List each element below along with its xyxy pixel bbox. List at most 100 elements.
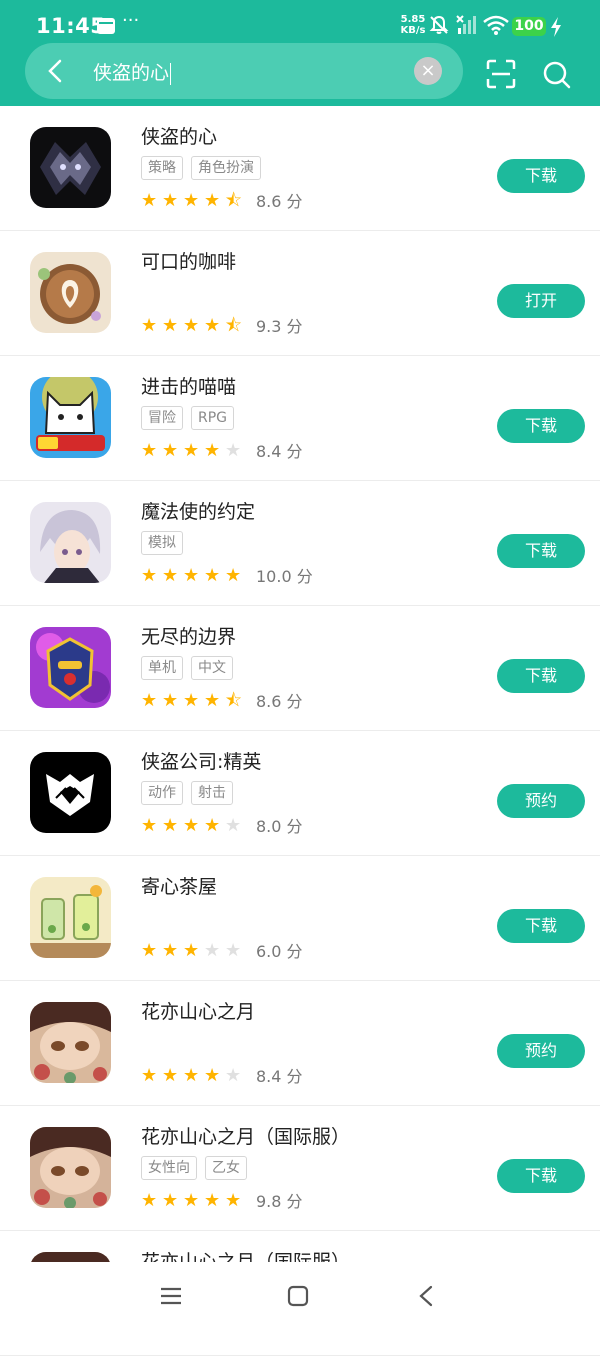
open-button[interactable]: 打开 [497,284,585,318]
rating-score: 8.0 分 [256,817,303,836]
star-icon: ★ [204,190,221,211]
list-item[interactable]: 侠盗的心 策略 角色扮演 ★ ★ ★ ★ ⯪ 8.6 分 下载 [0,106,600,231]
app-tags: 单机 中文 [141,656,241,680]
battery-indicator: 100 [512,17,546,36]
sim-card-icon [97,18,115,34]
app-name: 可口的咖啡 [141,251,237,273]
network-speed-unit: KB/s [400,25,426,36]
app-name: 魔法使的约定 [141,501,256,523]
star-icon: ★ [225,1190,242,1211]
search-bar[interactable]: 侠盗的心 [25,43,463,99]
mute-bell-icon [429,15,449,34]
star-icon: ★ [162,690,179,711]
wifi-icon [483,15,509,35]
app-icon [30,752,111,833]
menu-icon[interactable] [160,1286,182,1306]
app-header: 11:45 ··· 5.85 KB/s 100 侠盗的心 × [0,0,600,106]
star-icon: ★ [141,940,158,961]
star-icon: ★ [204,815,221,836]
app-tag: 冒险 [141,406,183,430]
rating-score: 8.4 分 [256,442,303,461]
download-button[interactable]: 下载 [497,1159,585,1193]
star-icon: ★ [162,190,179,211]
star-icon: ★ [183,940,200,961]
star-icon: ★ [183,315,200,336]
empty-star-icon: ★ [204,940,221,961]
half-star-icon: ⯪ [225,315,243,336]
app-tag: 角色扮演 [191,156,261,180]
list-item[interactable]: 魔法使的约定 模拟 ★ ★ ★ ★ ★ 10.0 分 下载 [0,481,600,606]
rating-score: 10.0 分 [256,567,313,586]
more-notifications-indicator: ··· [122,10,140,31]
rating: ★ ★ ★ ★ ★ 8.4 分 [141,1065,303,1087]
star-icon: ★ [162,1190,179,1211]
list-item[interactable]: 可口的咖啡 ★ ★ ★ ★ ⯪ 9.3 分 打开 [0,231,600,356]
rating: ★ ★ ★ ★ ★ 6.0 分 [141,940,303,962]
star-icon: ★ [141,190,158,211]
star-icon: ★ [183,1190,200,1211]
rating: ★ ★ ★ ★ ⯪ 8.6 分 [141,690,303,712]
rating: ★ ★ ★ ★ ★ 9.8 分 [141,1190,303,1212]
app-tag: RPG [191,406,235,430]
star-icon: ★ [183,1065,200,1086]
star-icon: ★ [204,440,221,461]
star-icon: ★ [141,1065,158,1086]
network-speed: 5.85 KB/s [398,14,428,36]
network-speed-value: 5.85 [400,14,426,25]
app-name: 无尽的边界 [141,626,237,648]
empty-star-icon: ★ [225,815,242,836]
rating: ★ ★ ★ ★ ★ 10.0 分 [141,565,313,587]
back-icon[interactable] [418,1285,434,1307]
search-query: 侠盗的心 [93,62,170,84]
reserve-button[interactable]: 预约 [497,1034,585,1068]
download-button[interactable]: 下载 [497,159,585,193]
app-icon [30,1002,111,1083]
list-item[interactable]: 花亦山心之月 ★ ★ ★ ★ ★ 8.4 分 预约 [0,981,600,1106]
app-tag: 射击 [191,781,233,805]
app-name: 花亦山心之月（国际服） [141,1126,351,1148]
app-tags: 策略 角色扮演 [141,156,269,180]
download-button[interactable]: 下载 [497,534,585,568]
star-icon: ★ [162,440,179,461]
star-icon: ★ [162,565,179,586]
clear-search-button[interactable] [414,57,442,85]
list-item[interactable]: 无尽的边界 单机 中文 ★ ★ ★ ★ ⯪ 8.6 分 下载 [0,606,600,731]
star-icon: ★ [162,940,179,961]
signal-icon [456,15,476,34]
app-tag: 中文 [191,656,233,680]
app-tag: 女性向 [141,1156,197,1180]
search-results-list: 侠盗的心 策略 角色扮演 ★ ★ ★ ★ ⯪ 8.6 分 下载 可口的咖啡 ★ ★ ★ ★ ⯪ 9.3… [0,106,600,1356]
star-icon: ★ [141,1190,158,1211]
back-arrow-icon[interactable] [45,59,65,83]
rating-score: 9.8 分 [256,1192,303,1211]
app-tag: 模拟 [141,531,183,555]
download-button[interactable]: 下载 [497,659,585,693]
star-icon: ★ [141,690,158,711]
reserve-button[interactable]: 预约 [497,784,585,818]
list-item[interactable]: 侠盗公司:精英 动作 射击 ★ ★ ★ ★ ★ 8.0 分 预约 [0,731,600,856]
star-icon: ★ [141,815,158,836]
rating: ★ ★ ★ ★ ⯪ 8.6 分 [141,190,303,212]
download-button[interactable]: 下载 [497,909,585,943]
text-caret [170,62,172,85]
home-icon[interactable] [287,1285,309,1307]
charging-icon [551,17,561,37]
app-icon [30,127,111,208]
star-icon: ★ [204,1065,221,1086]
half-star-icon: ⯪ [225,190,243,211]
app-tag: 乙女 [205,1156,247,1180]
star-icon: ★ [183,440,200,461]
app-name: 侠盗公司:精英 [141,751,262,773]
list-item[interactable]: 进击的喵喵 冒险 RPG ★ ★ ★ ★ ★ 8.4 分 下载 [0,356,600,481]
search-input[interactable]: 侠盗的心 [93,58,172,85]
star-icon: ★ [162,315,179,336]
app-tags: 模拟 [141,531,191,555]
scan-icon[interactable] [486,59,516,89]
list-item[interactable]: 花亦山心之月（国际服） 女性向 乙女 ★ ★ ★ ★ ★ 9.8 分 下载 [0,1106,600,1231]
app-icon [30,377,111,458]
search-icon[interactable] [542,60,572,90]
list-item[interactable]: 寄心茶屋 ★ ★ ★ ★ ★ 6.0 分 下载 [0,856,600,981]
rating-score: 9.3 分 [256,317,303,336]
app-tag: 单机 [141,656,183,680]
download-button[interactable]: 下载 [497,409,585,443]
